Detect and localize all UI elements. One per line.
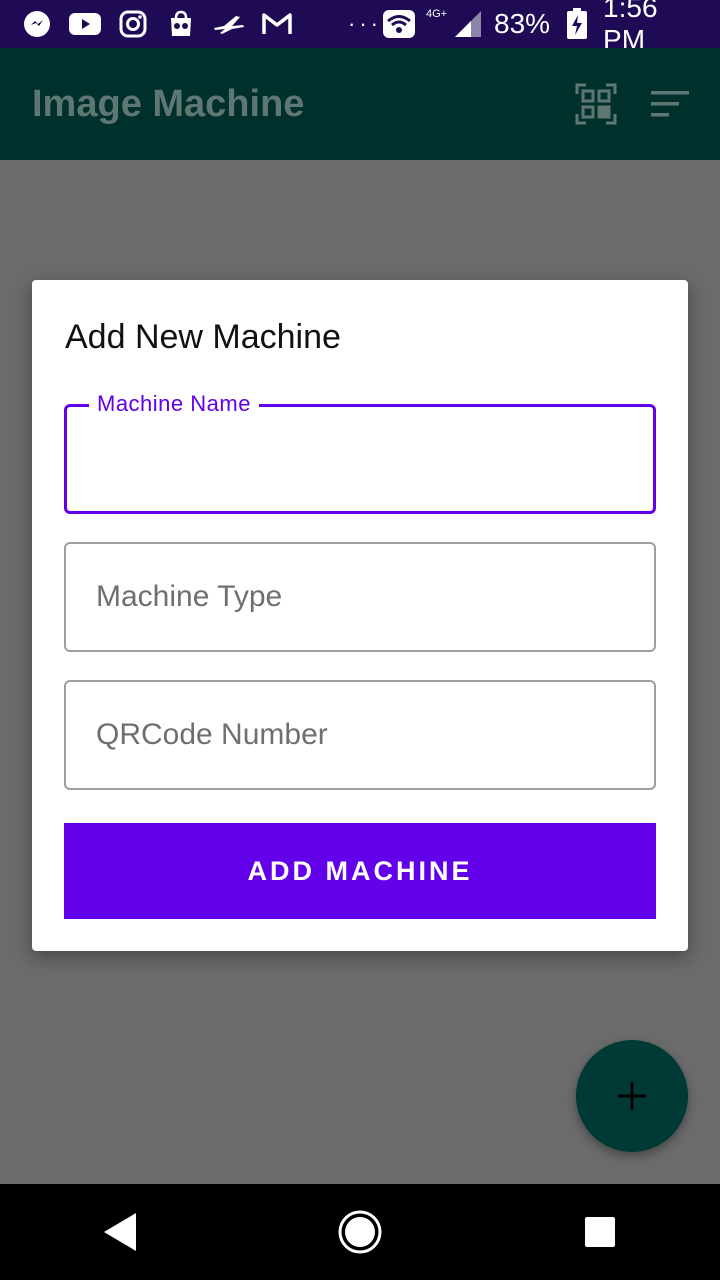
back-icon: [104, 1213, 136, 1251]
gmail-icon: [260, 9, 294, 39]
instagram-icon: [116, 9, 150, 39]
app-bar: Image Machine: [0, 48, 720, 160]
signal-icon: [451, 9, 484, 39]
home-button[interactable]: [312, 1184, 408, 1280]
add-machine-dialog: Add New Machine Machine Name Machine Typ…: [32, 280, 688, 951]
shopping-icon: [164, 9, 198, 39]
more-notifications-indicator: ···: [348, 11, 382, 36]
messenger-icon: [20, 9, 54, 39]
youtube-icon: [68, 9, 102, 39]
machine-name-input[interactable]: [97, 437, 621, 483]
dialog-title: Add New Machine: [65, 318, 341, 356]
wifi-icon: [382, 9, 416, 39]
sort-icon[interactable]: [646, 80, 694, 128]
machine-type-field[interactable]: Machine Type: [64, 542, 656, 652]
machine-type-placeholder: Machine Type: [96, 580, 283, 613]
machine-name-field[interactable]: Machine Name: [64, 391, 656, 514]
qr-code-icon[interactable]: [572, 80, 620, 128]
qrcode-number-field[interactable]: QRCode Number: [64, 680, 656, 790]
machine-name-label: Machine Name: [89, 391, 259, 417]
recents-button[interactable]: [552, 1184, 648, 1280]
status-bar: ··· 4G+ 83% 1:56 PM: [0, 0, 720, 55]
battery-percent: 83%: [494, 8, 551, 39]
recents-icon: [585, 1217, 615, 1247]
add-fab[interactable]: [576, 1040, 688, 1152]
system-nav-bar: [0, 1184, 720, 1280]
notification-icons: ···: [0, 9, 382, 39]
app-bar-actions: [572, 80, 720, 128]
qrcode-number-placeholder: QRCode Number: [96, 718, 328, 751]
network-type-label: 4G+: [425, 8, 448, 20]
plus-icon: [618, 1082, 646, 1110]
app-title: Image Machine: [32, 82, 305, 125]
airplane-icon: [212, 9, 246, 39]
battery-charging-icon: [560, 8, 593, 39]
back-button[interactable]: [72, 1184, 168, 1280]
home-icon: [338, 1210, 382, 1254]
add-machine-button[interactable]: ADD MACHINE: [64, 823, 656, 919]
